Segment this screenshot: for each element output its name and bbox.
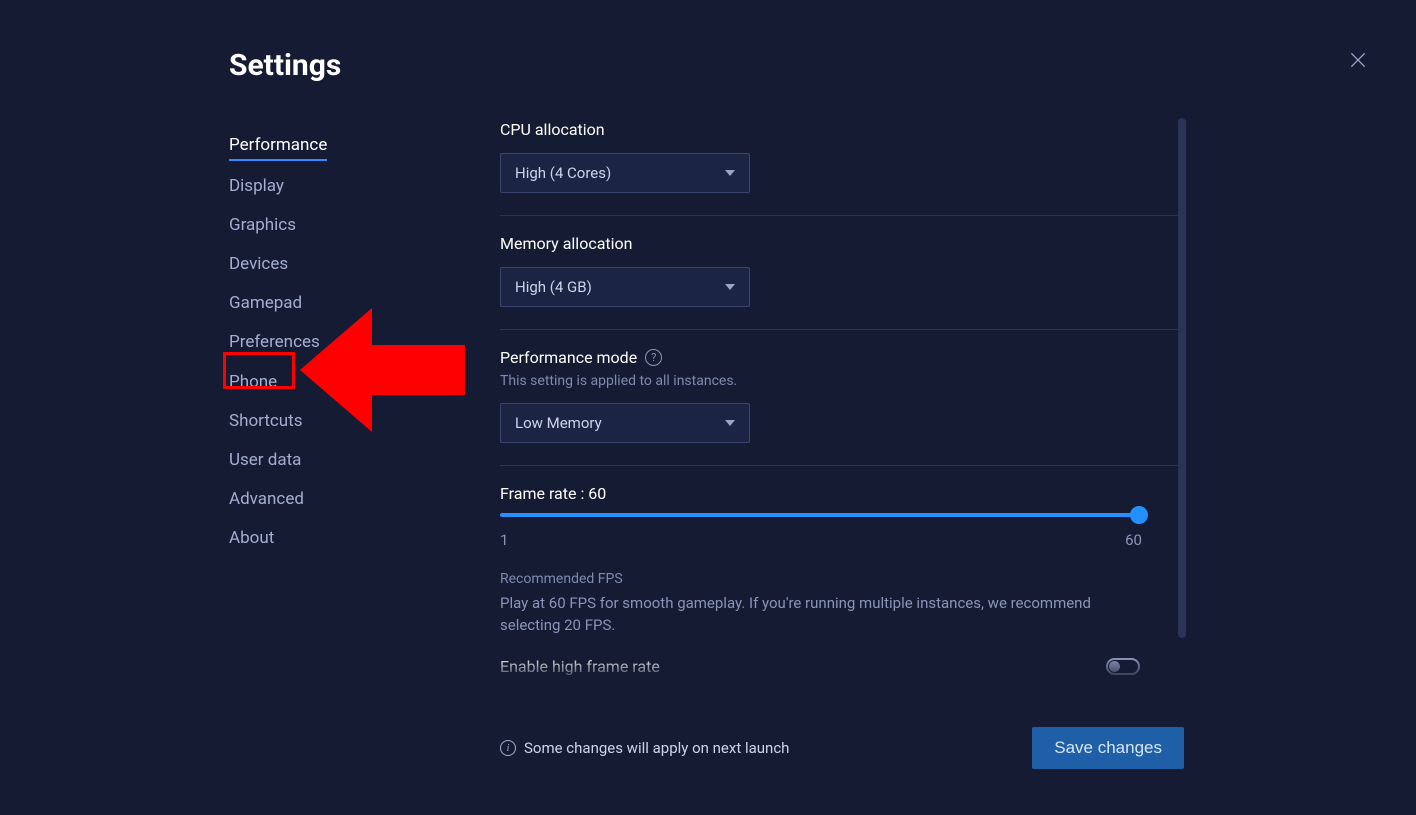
- settings-content: CPU allocation High (4 Cores) Memory all…: [500, 120, 1184, 695]
- chevron-down-icon: [725, 170, 735, 176]
- page-title: Settings: [229, 48, 341, 83]
- frame-rate-label: Frame rate : 60: [500, 484, 1184, 503]
- sidebar-item-shortcuts[interactable]: Shortcuts: [229, 402, 429, 441]
- high-frame-rate-row: Enable high frame rate: [500, 657, 1140, 676]
- cpu-allocation-label: CPU allocation: [500, 120, 1184, 139]
- chevron-down-icon: [725, 284, 735, 290]
- vsync-toggle[interactable]: [1106, 691, 1140, 696]
- performance-mode-label: Performance mode ?: [500, 348, 1184, 367]
- performance-mode-block: Performance mode ? This setting is appli…: [500, 348, 1184, 466]
- info-icon[interactable]: ?: [645, 349, 662, 366]
- frame-rate-slider[interactable]: [500, 513, 1140, 517]
- frame-rate-max: 60: [1125, 531, 1142, 549]
- footer: i Some changes will apply on next launch…: [500, 727, 1184, 769]
- memory-allocation-block: Memory allocation High (4 GB): [500, 234, 1184, 330]
- sidebar-item-graphics[interactable]: Graphics: [229, 206, 429, 245]
- high-frame-rate-label: Enable high frame rate: [500, 657, 660, 676]
- close-button[interactable]: [1340, 42, 1376, 78]
- performance-mode-desc: This setting is applied to all instances…: [500, 373, 1184, 389]
- fps-recommendation-title: Recommended FPS: [500, 571, 1184, 587]
- sidebar-item-user-data[interactable]: User data: [229, 441, 429, 480]
- sidebar-item-about[interactable]: About: [229, 519, 429, 558]
- cpu-allocation-block: CPU allocation High (4 Cores): [500, 120, 1184, 216]
- sidebar-item-preferences[interactable]: Preferences: [229, 323, 429, 362]
- performance-mode-value: Low Memory: [515, 414, 602, 432]
- frame-rate-min: 1: [500, 531, 508, 549]
- sidebar-item-phone[interactable]: Phone: [229, 363, 429, 402]
- close-icon: [1348, 50, 1368, 70]
- performance-mode-dropdown[interactable]: Low Memory: [500, 403, 750, 443]
- sidebar-item-gamepad[interactable]: Gamepad: [229, 284, 429, 323]
- info-icon: i: [500, 740, 516, 756]
- vsync-label: Enable VSync (to prevent screen tearing): [500, 690, 788, 696]
- frame-rate-slider-thumb[interactable]: [1130, 506, 1148, 524]
- fps-recommendation-body: Play at 60 FPS for smooth gameplay. If y…: [500, 593, 1140, 637]
- scrollbar[interactable]: [1178, 118, 1186, 638]
- sidebar-item-devices[interactable]: Devices: [229, 245, 429, 284]
- high-frame-rate-toggle[interactable]: [1106, 658, 1140, 675]
- memory-allocation-value: High (4 GB): [515, 278, 592, 296]
- sidebar-item-performance[interactable]: Performance: [229, 126, 327, 161]
- footer-note: i Some changes will apply on next launch: [500, 739, 789, 757]
- chevron-down-icon: [725, 420, 735, 426]
- frame-rate-block: Frame rate : 60 1 60 Recommended FPS Pla…: [500, 484, 1184, 695]
- save-changes-button[interactable]: Save changes: [1032, 727, 1184, 769]
- cpu-allocation-value: High (4 Cores): [515, 164, 611, 182]
- memory-allocation-label: Memory allocation: [500, 234, 1184, 253]
- settings-window: Settings Performance Display Graphics De…: [0, 0, 1416, 815]
- memory-allocation-dropdown[interactable]: High (4 GB): [500, 267, 750, 307]
- vsync-row: Enable VSync (to prevent screen tearing): [500, 690, 1140, 696]
- sidebar-item-advanced[interactable]: Advanced: [229, 480, 429, 519]
- cpu-allocation-dropdown[interactable]: High (4 Cores): [500, 153, 750, 193]
- sidebar-item-display[interactable]: Display: [229, 167, 429, 206]
- settings-sidebar: Performance Display Graphics Devices Gam…: [229, 126, 429, 558]
